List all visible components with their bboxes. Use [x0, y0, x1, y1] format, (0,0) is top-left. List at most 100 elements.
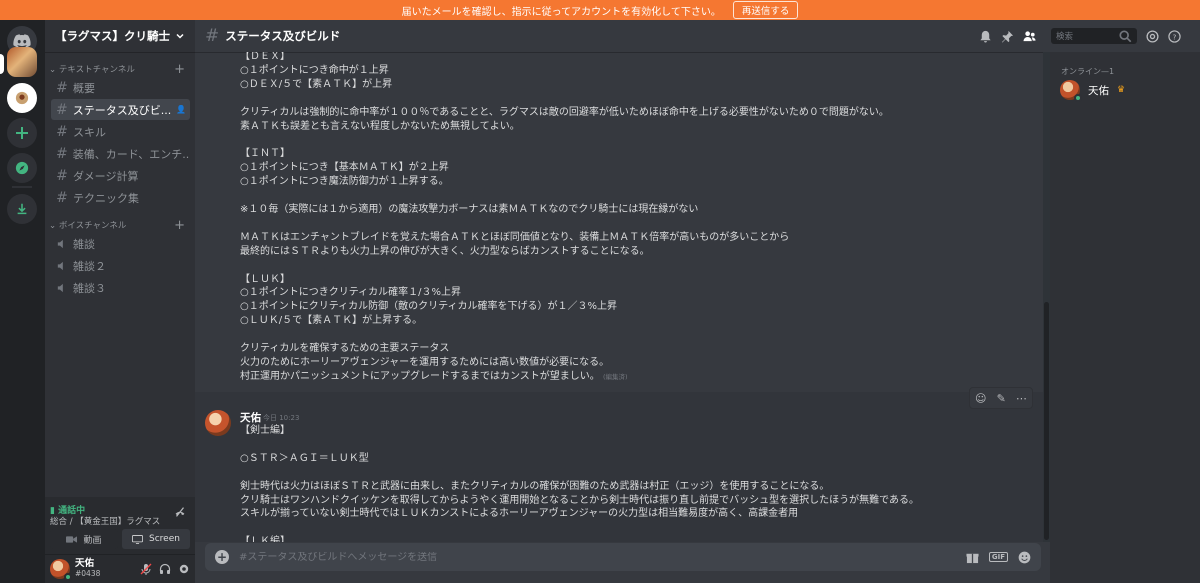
message-list[interactable]: 【ＤＥＸ】 ○１ポイントにつき命中が１上昇 ○ＤＥＸ/５で【素ＡＴＫ】が上昇 ク…	[195, 52, 1043, 542]
message-author-avatar[interactable]	[205, 410, 231, 436]
help-icon[interactable]: ?	[1168, 29, 1181, 43]
voice-location[interactable]: 総合 / 【黄金王国】ラグマス	[50, 515, 160, 527]
plus-icon	[16, 127, 28, 139]
hash-icon: #	[205, 26, 220, 46]
pin-icon[interactable]	[1001, 30, 1014, 43]
server-voice-active-icon[interactable]	[7, 83, 37, 113]
channel-overview[interactable]: # 概要	[51, 77, 190, 98]
speaker-icon	[57, 239, 63, 248]
upload-plus-icon[interactable]: +	[215, 550, 229, 564]
member-list: オンライン—1 天佑 ♛	[1050, 52, 1200, 583]
gif-icon[interactable]: GIF	[988, 552, 1008, 562]
invite-icon[interactable]: 👤	[176, 105, 186, 114]
voice-channel-1[interactable]: 雑談	[51, 233, 190, 254]
search-input[interactable]: 検索	[1051, 28, 1137, 44]
channel-techniques[interactable]: # テクニック集	[51, 187, 190, 208]
explore-servers-button[interactable]	[7, 153, 37, 183]
header-toolbar: 検索 ?	[975, 20, 1200, 52]
emoji-icon[interactable]	[1018, 551, 1031, 564]
server-ragmas-icon[interactable]	[7, 47, 37, 77]
email-verification-banner: 届いたメールを確認し、指示に従ってアカウントを有効化して下さい。 再送信する	[0, 0, 1200, 20]
hash-icon: #	[56, 167, 68, 184]
screen-icon	[132, 534, 144, 544]
gear-icon[interactable]: ⚙	[189, 105, 190, 114]
gift-icon[interactable]	[966, 551, 979, 564]
category-label: ⌄ テキストチャンネル	[49, 65, 135, 75]
selected-server-indicator	[0, 54, 4, 74]
voice-channel-3[interactable]: 雑談３	[51, 277, 190, 298]
chevron-down-icon	[176, 33, 184, 39]
avatar	[1060, 80, 1082, 102]
channel-skills[interactable]: # スキル	[51, 121, 190, 142]
previous-message-content: 【ＤＥＸ】 ○１ポイントにつき命中が１上昇 ○ＤＥＸ/５で【素ＡＴＫ】が上昇 ク…	[240, 52, 889, 382]
message-content: 【剣士編】 ○ＳＴＲ＞ＡＧＩ＝ＬＵＫ型 剣士時代は火力はほぼＳＴＲと武器に由来し…	[240, 425, 919, 542]
message-composer: + GIF	[205, 543, 1041, 571]
channel-equipment[interactable]: # 装備、カード、エンチ...	[51, 143, 190, 164]
voice-channel-2[interactable]: 雑談２	[51, 255, 190, 276]
voice-connection-panel: ▮ 通話中 総合 / 【黄金王国】ラグマス 動画 Screen	[45, 497, 195, 555]
add-reaction-icon[interactable]: ☺	[975, 392, 986, 405]
download-apps-button[interactable]	[7, 194, 37, 224]
create-channel-icon[interactable]: +	[174, 218, 185, 233]
member-item[interactable]: 天佑 ♛	[1060, 80, 1126, 102]
hash-icon: #	[56, 189, 68, 206]
username: 天佑	[75, 558, 95, 569]
message-author[interactable]: 天佑	[240, 410, 261, 425]
server-name: 【ラグマス】クリ騎士	[55, 29, 170, 43]
download-icon	[17, 203, 27, 215]
channel-damage-calc[interactable]: # ダメージ計算	[51, 165, 190, 186]
mute-microphone-icon[interactable]	[140, 563, 152, 575]
user-tag: #0438	[75, 569, 101, 578]
resend-button[interactable]: 再送信する	[732, 1, 799, 19]
disconnect-icon[interactable]	[173, 505, 187, 519]
user-info: 天佑 #0438	[75, 559, 100, 579]
channel-status-build[interactable]: #ステータス及びビ...👤⚙	[51, 99, 190, 120]
composer-tools: GIF	[966, 551, 1031, 564]
message-scrollbar-thumb[interactable]	[1044, 302, 1049, 540]
user-controls	[140, 563, 190, 575]
server-rail	[0, 20, 45, 583]
avatar[interactable]	[50, 559, 72, 581]
channel-sidebar: 【ラグマス】クリ騎士 ⌄ テキストチャンネル + # 概要 # ステータス及びビ..…	[45, 20, 195, 583]
speaker-icon	[15, 91, 29, 105]
message-input[interactable]	[239, 551, 966, 563]
add-server-button[interactable]	[7, 118, 37, 148]
discord-logo-icon	[13, 34, 31, 48]
speaker-icon	[57, 261, 63, 270]
video-button[interactable]: 動画	[50, 529, 118, 549]
svg-text:?: ?	[1173, 32, 1177, 41]
camera-icon	[66, 535, 78, 543]
mentions-icon[interactable]	[1146, 29, 1159, 43]
search-icon	[1119, 29, 1132, 42]
hash-icon: #	[56, 145, 68, 162]
create-channel-icon[interactable]: +	[174, 62, 185, 77]
hash-icon: #	[56, 79, 68, 96]
online-status-icon	[64, 573, 72, 581]
edit-pencil-icon[interactable]: ✎	[997, 392, 1006, 405]
category-label: ⌄ ボイスチャンネル	[49, 221, 127, 231]
discord-app: 届いたメールを確認し、指示に従ってアカウントを有効化して下さい。 再送信する 【…	[0, 0, 1200, 583]
more-options-icon[interactable]: ⋯	[1016, 392, 1027, 405]
message-actions-toolbar: ☺ ✎ ⋯	[969, 387, 1033, 409]
server-owner-crown-icon: ♛	[1117, 85, 1126, 95]
user-panel: 天佑 #0438	[45, 555, 195, 583]
edited-label: (編集済)	[603, 372, 628, 381]
channel-title: ステータス及びビルド	[225, 29, 341, 43]
category-text-channels[interactable]: ⌄ テキストチャンネル +	[45, 62, 195, 77]
online-status-icon	[1074, 94, 1082, 102]
hash-icon: #	[56, 101, 68, 118]
message-timestamp: 今日 10:23	[263, 414, 300, 422]
hash-icon: #	[56, 123, 68, 140]
member-category: オンライン—1	[1061, 67, 1115, 76]
server-header[interactable]: 【ラグマス】クリ騎士	[45, 20, 195, 52]
member-list-icon[interactable]	[1023, 30, 1036, 43]
banner-text: 届いたメールを確認し、指示に従ってアカウントを有効化して下さい。	[401, 6, 721, 18]
rail-separator-2	[12, 186, 32, 188]
settings-gear-icon[interactable]	[178, 563, 190, 575]
notification-bell-icon[interactable]	[979, 30, 992, 43]
category-voice-channels[interactable]: ⌄ ボイスチャンネル +	[45, 218, 195, 233]
speaker-icon	[57, 283, 63, 292]
compass-icon	[15, 161, 29, 175]
headphones-icon[interactable]	[159, 563, 171, 575]
screen-share-button[interactable]: Screen	[122, 529, 190, 549]
